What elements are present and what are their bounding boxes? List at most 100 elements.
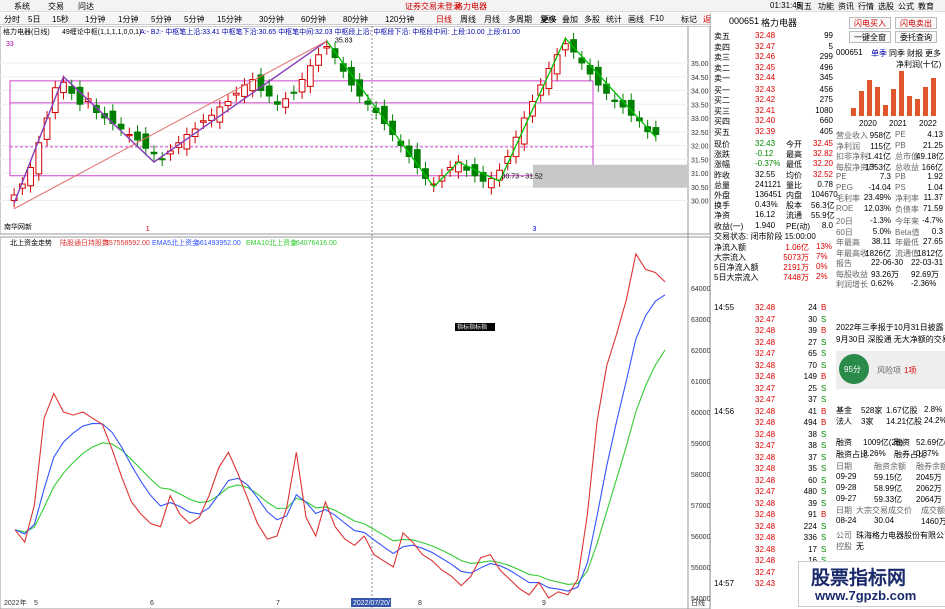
x-label-6: 9 — [542, 600, 546, 607]
watermark-title: 股票指标网 — [811, 568, 907, 589]
buy-label-2: 买三 — [714, 106, 730, 116]
tick-price-21: 32.48 — [755, 544, 776, 554]
menu-news[interactable]: 资讯 — [838, 1, 854, 12]
login-status[interactable]: 证券交易未登录 — [405, 1, 461, 12]
tick-side-4: S — [821, 349, 827, 358]
buy-vol-4: 405 — [819, 126, 833, 136]
menu-wenda[interactable]: 问达 — [78, 1, 94, 12]
tool-4[interactable]: 画线 — [628, 14, 644, 25]
legend-name-1: EMA5北上资金 — [152, 238, 199, 247]
quote-v-1: -0.12 — [755, 149, 774, 159]
fin-bar — [915, 98, 920, 116]
period-tab-3[interactable]: 1分钟 — [85, 14, 105, 25]
fin-tab-0[interactable]: 单季 — [871, 48, 887, 59]
fin-v2-7: 71.59 — [922, 203, 943, 213]
tick-time-9: 14:56 — [714, 406, 735, 416]
btn-3[interactable]: 委托查询 — [895, 31, 937, 43]
chart-title: 格力电器(日线) — [3, 27, 50, 36]
period-tab-14[interactable]: 月线 — [484, 14, 500, 25]
menu-system[interactable]: 系统 — [14, 1, 30, 12]
holder-0-0: 基金 — [836, 406, 852, 415]
high-label: 35.83 — [335, 37, 353, 44]
buy-label-0: 买一 — [714, 85, 730, 95]
tick-price-22: 32.48 — [755, 556, 776, 565]
period-tab-11[interactable]: 120分钟 — [385, 14, 414, 25]
period-tab-10[interactable]: 80分钟 — [343, 14, 368, 25]
tool-2[interactable]: 多股 — [584, 14, 600, 25]
sell-vol-4: 345 — [819, 73, 833, 82]
tick-price-23: 32.47 — [755, 567, 776, 577]
price-tick: 32.00 — [691, 144, 709, 151]
quote-v-4: 241121 — [755, 179, 782, 189]
grey-band — [533, 164, 688, 188]
btn-0[interactable]: 闪电买入 — [849, 17, 891, 29]
period-tab-2[interactable]: 15秒 — [52, 14, 69, 25]
tool-3[interactable]: 统计 — [606, 14, 622, 25]
period-tab-5[interactable]: 5分钟 — [151, 14, 171, 25]
quote-v-8: 1.940 — [755, 220, 776, 230]
flow-p-3: 2% — [816, 271, 828, 281]
kline-chart[interactable]: 格力电器(日线) 49缠论中枢(1,1,1,1,0,0,1)A:- BJ:- 中枢… — [0, 26, 710, 609]
period-tab-7[interactable]: 15分钟 — [217, 14, 242, 25]
candle-body — [68, 85, 76, 94]
menu-select[interactable]: 选股 — [878, 1, 894, 12]
tool-5[interactable]: F10 — [650, 14, 664, 23]
period-tab-1[interactable]: 5日 — [28, 14, 40, 25]
quote-v-5: 136451 — [755, 190, 782, 199]
tick-side-5: S — [821, 360, 827, 370]
period-tab-12[interactable]: 日线 — [436, 14, 452, 25]
tick-vol-3: 27 — [808, 337, 817, 347]
tick-price-8: 32.47 — [755, 395, 776, 404]
menu-trade[interactable]: 交易 — [48, 1, 64, 12]
perf-v2-1: 0.3 — [931, 226, 943, 236]
margin-row-1-2: 2062万 — [916, 484, 942, 493]
news-2[interactable]: 9月30日 深股通 无大净额的交易 — [836, 334, 945, 345]
fin-v2-0: 4.13 — [927, 130, 943, 139]
fin-tab-1[interactable]: 同季 — [889, 48, 905, 59]
candle-body — [562, 43, 569, 51]
tool-6[interactable]: 标记 — [681, 14, 697, 25]
period-tab-9[interactable]: 60分钟 — [301, 14, 326, 25]
perf-v2-0: -4.7% — [922, 216, 943, 225]
btn-2[interactable]: 一键全窗 — [849, 31, 891, 43]
x-label-5: 8 — [418, 600, 422, 607]
sell-label-3: 卖二 — [714, 63, 730, 73]
menu-func[interactable]: 功能 — [818, 1, 834, 12]
tool-1[interactable]: 叠加 — [562, 14, 578, 25]
fin-tab-3[interactable]: 更多 — [925, 48, 941, 59]
fin-v2-2: 49.18亿 — [916, 152, 945, 161]
perf-v-2: 38.11 — [871, 237, 891, 246]
perf-v-0: -1.3% — [870, 216, 891, 225]
tick-vol-16: 480 — [803, 487, 817, 496]
period-tab-6[interactable]: 5分钟 — [184, 14, 204, 25]
tick-side-3: S — [821, 337, 827, 347]
news-1[interactable]: 2022年三季报于10月31日披露 — [836, 322, 944, 333]
perf-v2-3: 1812亿 — [917, 248, 943, 258]
period-tab-4[interactable]: 1分钟 — [118, 14, 138, 25]
period-tab-13[interactable]: 周线 — [460, 14, 476, 25]
buy-price-0: 32.43 — [755, 84, 776, 94]
candle-body — [282, 98, 290, 108]
period-tab-15[interactable]: 多周期 — [508, 14, 532, 25]
tick-price-19: 32.48 — [755, 521, 776, 531]
period-tab-0[interactable]: 分时 — [4, 14, 20, 25]
legend-name-0: 陆股通日持股数 — [60, 238, 109, 247]
rep-a-1: 93.26万 — [871, 269, 900, 279]
stock-code: 000651 — [729, 16, 760, 26]
tool-0[interactable]: 复权 — [540, 14, 556, 25]
candle-body — [274, 101, 281, 105]
btn-1[interactable]: 闪电卖出 — [895, 17, 937, 29]
tick-side-19: S — [821, 521, 827, 531]
fin-tab-2[interactable]: 财报 — [907, 48, 923, 59]
top-left-val: 33 — [6, 41, 14, 48]
fin-v-7: 12.03% — [863, 203, 891, 213]
menu-formula[interactable]: 公式 — [898, 1, 914, 12]
period-tab-8[interactable]: 30分钟 — [259, 14, 284, 25]
candle-body — [150, 151, 158, 155]
candle-body — [134, 131, 141, 141]
tick-vol-15: 60 — [808, 475, 817, 485]
candle-body — [43, 117, 51, 140]
menu-quote[interactable]: 行情 — [858, 1, 874, 12]
watermark-url: www.7gpzb.com — [815, 588, 917, 603]
menu-edu[interactable]: 教育 — [918, 1, 934, 12]
